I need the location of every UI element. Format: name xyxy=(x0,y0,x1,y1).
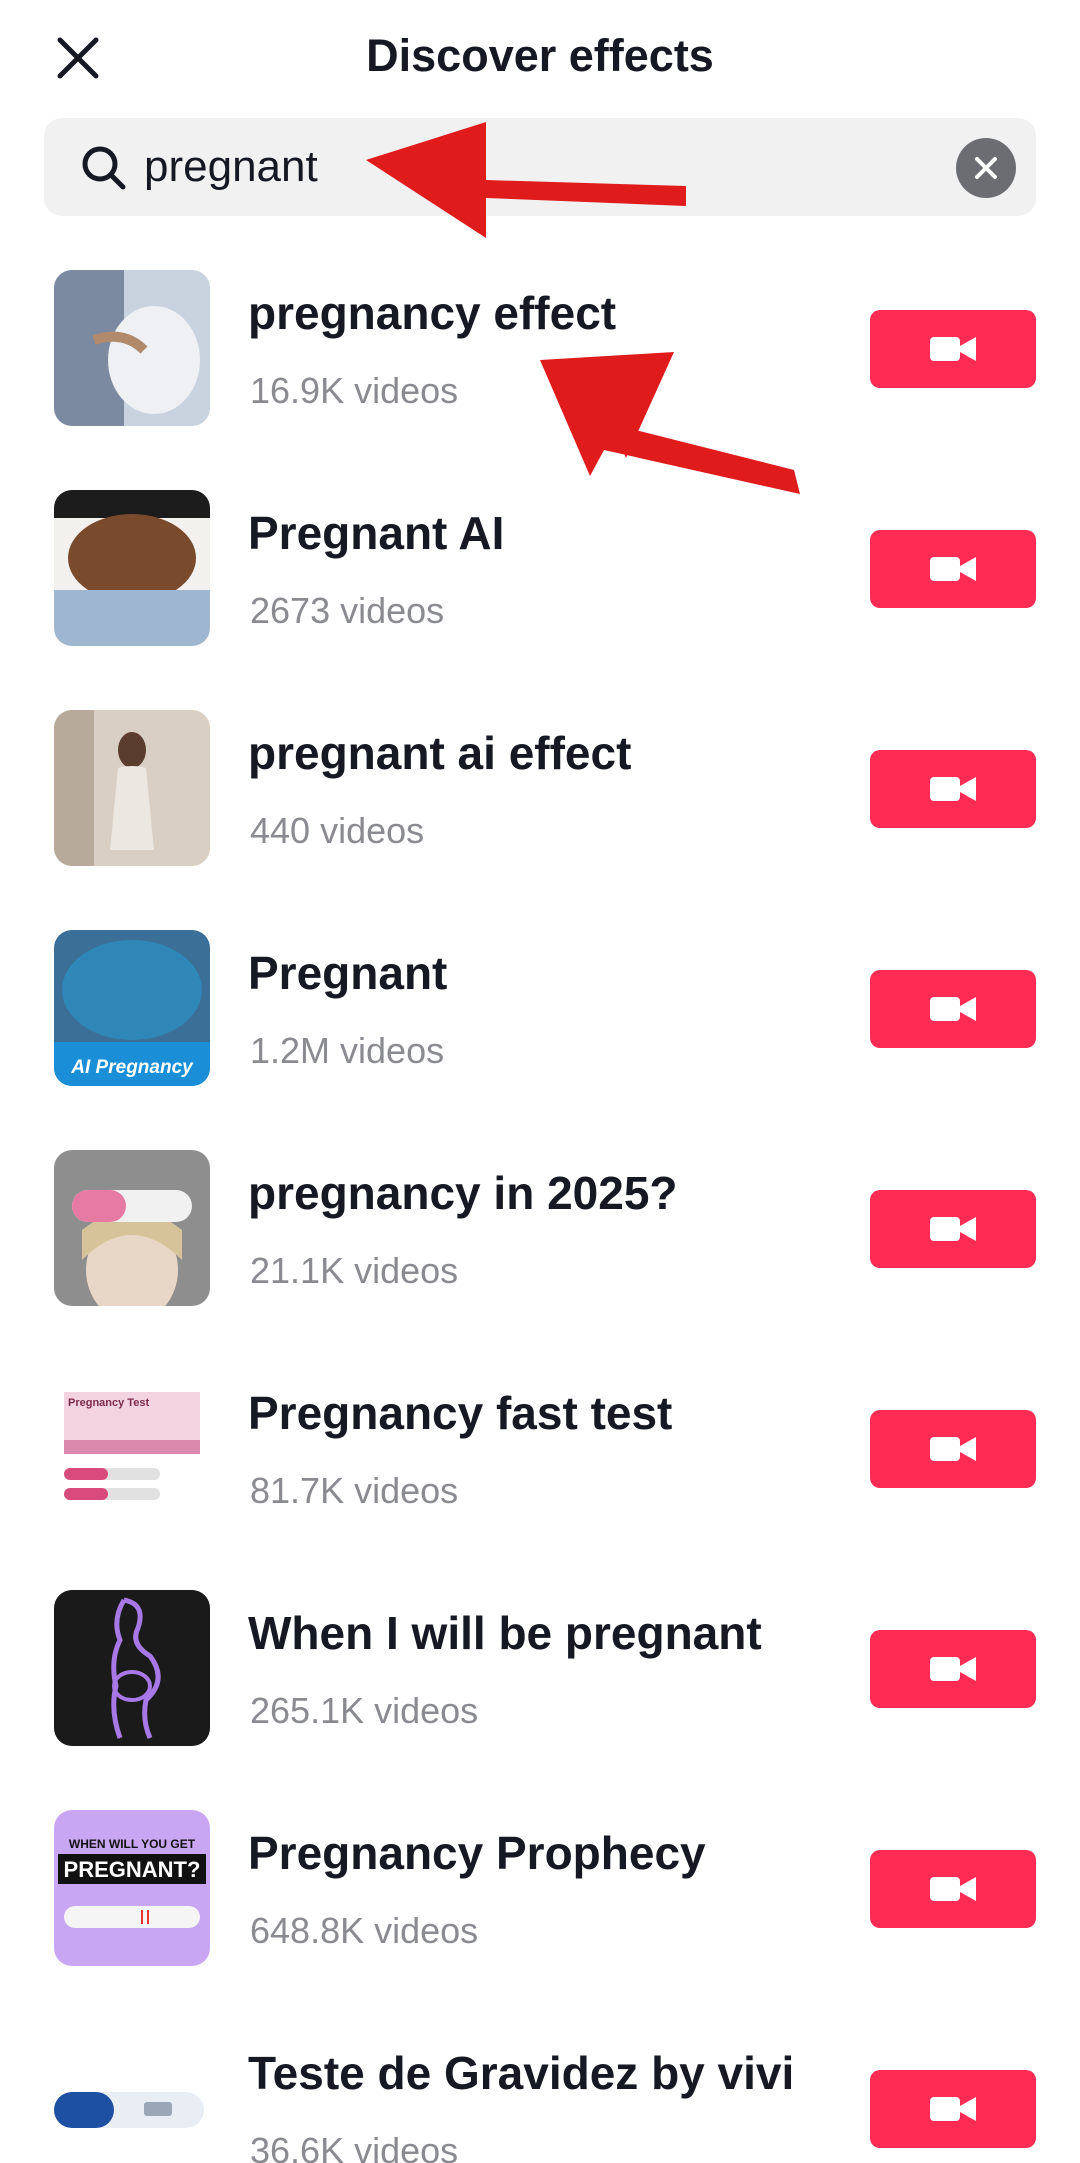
effect-thumbnail xyxy=(54,710,210,866)
video-camera-icon xyxy=(930,1437,976,1461)
record-button[interactable] xyxy=(870,970,1036,1048)
effect-video-count: 81.7K videos xyxy=(250,1470,459,1511)
effect-thumbnail xyxy=(54,1150,210,1306)
video-camera-icon xyxy=(930,997,976,1021)
effect-row[interactable]: pregnant ai effect 440 videos xyxy=(0,702,1080,922)
clear-search-button[interactable] xyxy=(956,138,1016,198)
effect-thumbnail xyxy=(54,1590,210,1746)
effect-row[interactable]: WHEN WILL YOU GET PREGNANT? Pregnancy Pr… xyxy=(0,1802,1080,2022)
search-icon xyxy=(82,146,126,190)
record-button[interactable] xyxy=(870,1850,1036,1928)
effect-row[interactable]: Pregnant AI 2673 videos xyxy=(0,482,1080,702)
effect-video-count: 21.1K videos xyxy=(250,1250,459,1291)
effect-name: Pregnant xyxy=(248,947,448,999)
record-button[interactable] xyxy=(870,2070,1036,2148)
record-button[interactable] xyxy=(870,310,1036,388)
effect-row[interactable]: Teste de Gravidez by vivi 36.6K videos xyxy=(0,2022,1080,2163)
record-button[interactable] xyxy=(870,750,1036,828)
effect-name: pregnant ai effect xyxy=(248,727,632,779)
search-bar[interactable] xyxy=(44,118,1036,216)
effect-thumbnail xyxy=(54,270,210,426)
video-camera-icon xyxy=(930,2097,976,2121)
thumbnail-caption: WHEN WILL YOU GET xyxy=(69,1837,196,1851)
page-title: Discover effects xyxy=(366,30,714,81)
effect-thumbnail xyxy=(54,490,210,646)
record-button[interactable] xyxy=(870,1410,1036,1488)
video-camera-icon xyxy=(930,557,976,581)
effect-name: Pregnancy fast test xyxy=(248,1387,673,1439)
header: Discover effects xyxy=(0,0,1080,116)
search-input[interactable] xyxy=(144,130,904,204)
effect-video-count: 440 videos xyxy=(250,810,425,851)
clear-icon xyxy=(975,157,997,179)
video-camera-icon xyxy=(930,1217,976,1241)
effect-row[interactable]: pregnancy effect 16.9K videos xyxy=(0,262,1080,482)
effect-name: pregnancy effect xyxy=(248,287,617,339)
effects-list: pregnancy effect 16.9K videos Pregnant A… xyxy=(0,262,1080,2163)
effect-name: When I will be pregnant xyxy=(248,1607,762,1659)
effect-name: Teste de Gravidez by vivi xyxy=(248,2047,795,2099)
thumbnail-caption: AI Pregnancy xyxy=(70,1057,194,1078)
record-button[interactable] xyxy=(870,530,1036,608)
record-button[interactable] xyxy=(870,1630,1036,1708)
video-camera-icon xyxy=(930,1657,976,1681)
thumbnail-caption: Pregnancy Test xyxy=(68,1397,149,1409)
video-camera-icon xyxy=(930,777,976,801)
video-camera-icon xyxy=(930,337,976,361)
effect-row[interactable]: pregnancy in 2025? 21.1K videos xyxy=(0,1142,1080,1362)
effect-name: pregnancy in 2025? xyxy=(248,1167,678,1219)
effect-thumbnail: AI Pregnancy xyxy=(54,930,210,1086)
effect-name: Pregnancy Prophecy xyxy=(248,1827,706,1879)
thumbnail-caption: PREGNANT? xyxy=(64,1857,201,1882)
effect-video-count: 16.9K videos xyxy=(250,370,459,411)
effect-thumbnail xyxy=(54,2030,210,2163)
effect-video-count: 36.6K videos xyxy=(250,2130,459,2163)
effect-video-count: 2673 videos xyxy=(250,590,445,631)
record-button[interactable] xyxy=(870,1190,1036,1268)
effect-row[interactable]: When I will be pregnant 265.1K videos xyxy=(0,1582,1080,1802)
video-camera-icon xyxy=(930,1877,976,1901)
effect-thumbnail: WHEN WILL YOU GET PREGNANT? xyxy=(54,1810,210,1966)
effect-row[interactable]: AI Pregnancy Pregnant 1.2M videos xyxy=(0,922,1080,1142)
effect-row[interactable]: Pregnancy Test Pregnancy fast test 81.7K… xyxy=(0,1362,1080,1582)
effect-name: Pregnant AI xyxy=(248,507,505,559)
effect-thumbnail: Pregnancy Test xyxy=(54,1370,210,1526)
effect-video-count: 265.1K videos xyxy=(250,1690,479,1731)
effect-video-count: 1.2M videos xyxy=(250,1030,445,1071)
effect-video-count: 648.8K videos xyxy=(250,1910,479,1951)
